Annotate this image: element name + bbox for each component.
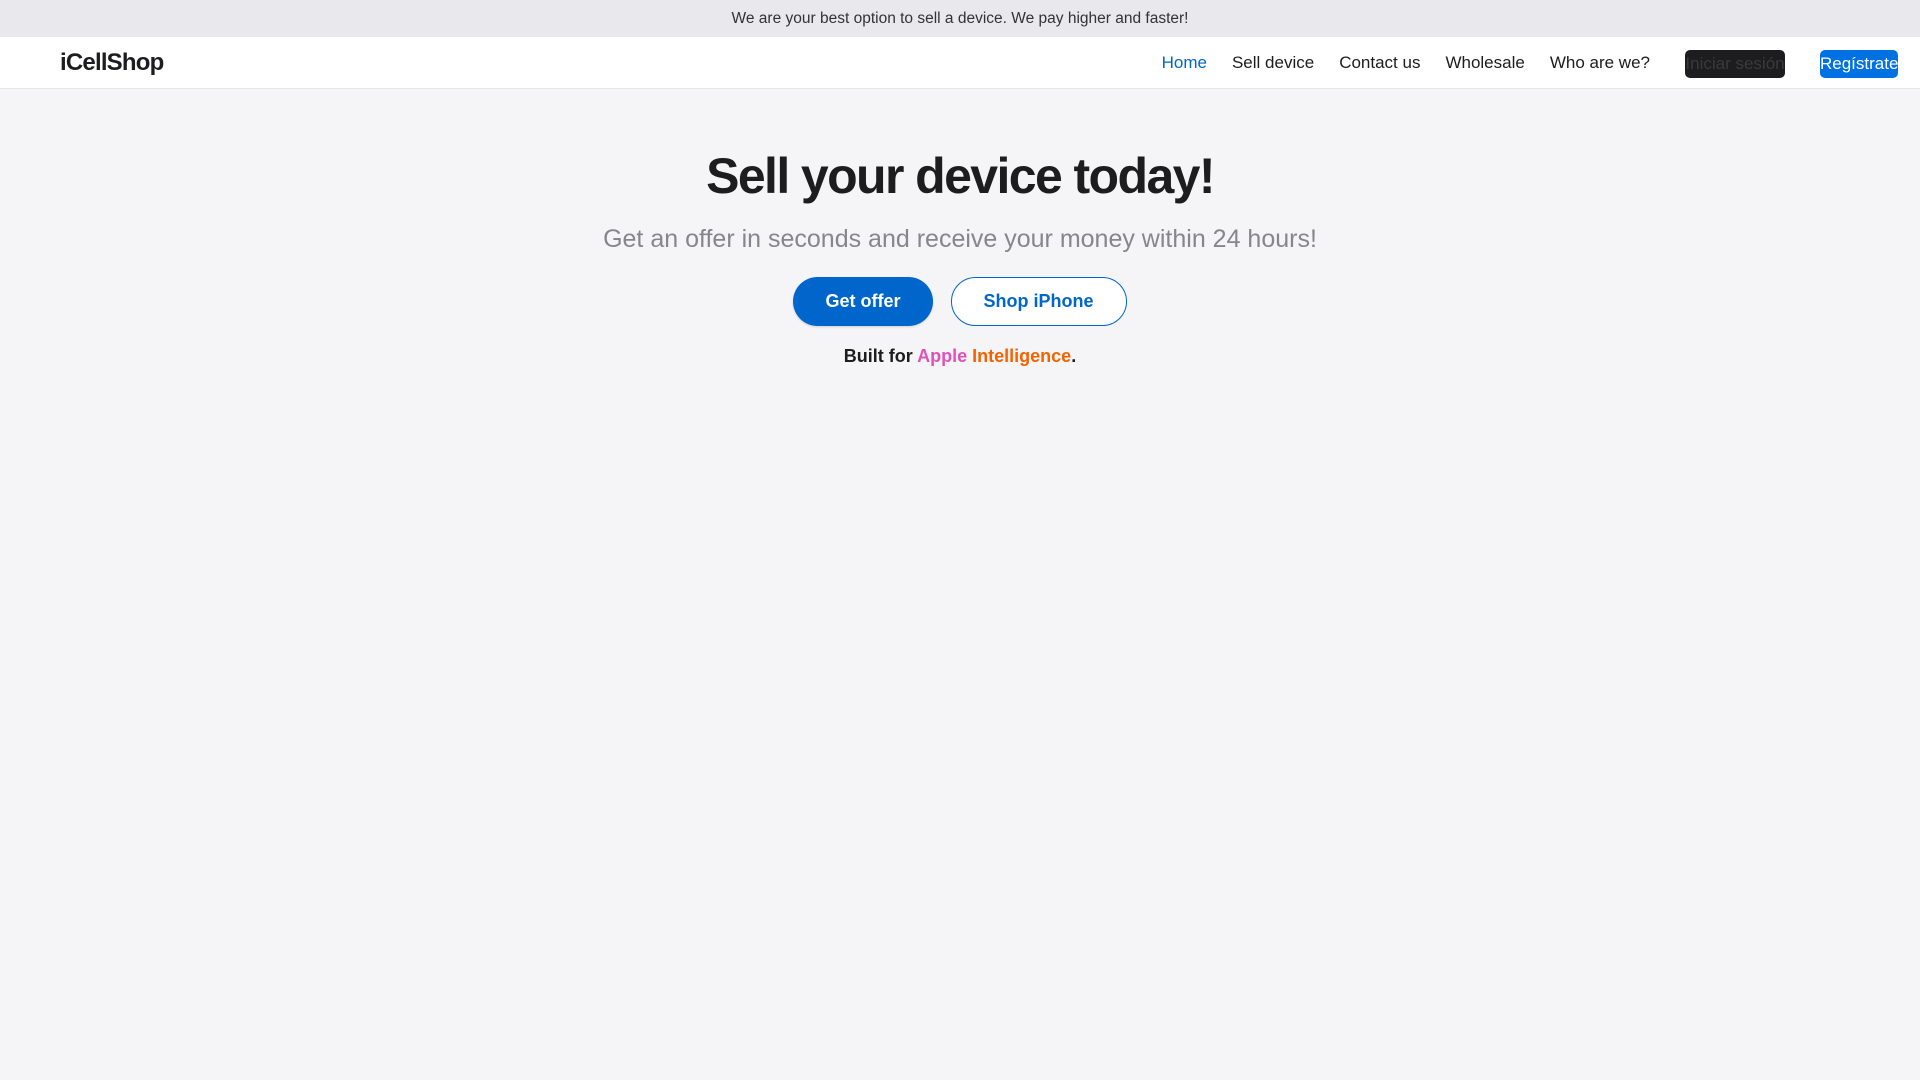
navbar: iCellShop Home Sell device Contact us Wh… [0,37,1920,89]
login-button[interactable]: Iniciar sesión [1685,50,1785,78]
nav-link-sell-device[interactable]: Sell device [1232,53,1314,73]
nav-link-who-are-we[interactable]: Who are we? [1550,53,1650,73]
register-button[interactable]: Regístrate [1820,50,1898,78]
nav-link-wholesale[interactable]: Wholesale [1445,53,1524,73]
site-logo[interactable]: iCellShop [60,49,164,77]
nav-link-home[interactable]: Home [1162,53,1207,73]
built-for-apple-intelligence: Built for Apple Intelligence. [0,346,1920,367]
apple-text: Apple [917,346,968,366]
nav-link-contact-us[interactable]: Contact us [1339,53,1420,73]
shop-iphone-button[interactable]: Shop iPhone [950,277,1127,326]
built-for-period: . [1071,346,1077,366]
announcement-text: We are your best option to sell a device… [731,9,1189,27]
get-offer-button[interactable]: Get offer [793,277,933,326]
built-for-prefix: Built for [843,346,913,366]
announcement-bar: We are your best option to sell a device… [0,0,1920,37]
hero-subtitle: Get an offer in seconds and receive your… [603,225,1317,253]
intelligence-text: Intelligence [972,346,1072,366]
nav-links: Home Sell device Contact us Wholesale Wh… [1162,37,1650,89]
hero-title: Sell your device today! [706,148,1215,204]
hero-actions: Get offer Shop iPhone [0,277,1920,326]
hero-section: Sell your device today! Get an offer in … [0,89,1920,367]
